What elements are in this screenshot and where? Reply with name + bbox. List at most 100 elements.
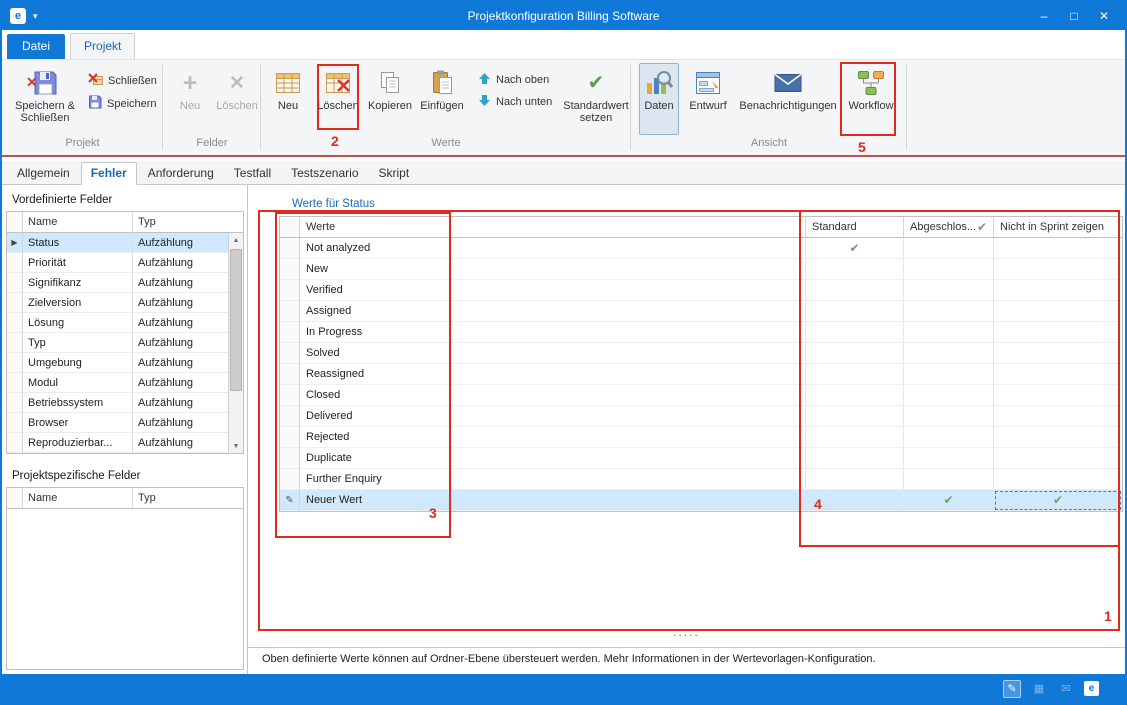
tab-testfall[interactable]: Testfall [225, 163, 280, 184]
value-row[interactable]: Delivered [280, 406, 1122, 427]
status-mail-icon[interactable]: ✉ [1057, 680, 1075, 698]
sprint-cell[interactable] [994, 259, 1122, 280]
sprint-cell-focused[interactable]: ✔ [994, 490, 1122, 511]
chevron-down-icon[interactable]: ▾ [33, 11, 38, 22]
save-and-close-button[interactable]: ✕ Speichern & Schließen [10, 63, 80, 135]
sprint-cell[interactable] [994, 322, 1122, 343]
value-row[interactable]: Not analyzed✔ [280, 238, 1122, 259]
status-edit-icon[interactable]: ✎ [1003, 680, 1021, 698]
abgeschlossen-cell[interactable] [904, 406, 994, 427]
tab-anforderung[interactable]: Anforderung [139, 163, 223, 184]
scrollbar[interactable]: ▲ ▼ [228, 233, 243, 453]
save-button[interactable]: Speichern [84, 94, 161, 113]
status-logo-icon[interactable]: e [1084, 681, 1099, 696]
standardwert-setzen-button[interactable]: ✔ Standardwert setzen [562, 63, 630, 135]
new-row-indicator[interactable]: ..... [248, 625, 1125, 647]
abgeschlossen-cell[interactable] [904, 364, 994, 385]
standard-cell[interactable] [806, 469, 904, 490]
field-row[interactable]: BetriebssystemAufzählung [7, 393, 228, 413]
standard-cell[interactable] [806, 385, 904, 406]
tab-datei[interactable]: Datei [7, 34, 65, 59]
sprint-cell[interactable] [994, 427, 1122, 448]
col-header-typ[interactable]: Typ [133, 488, 243, 509]
nach-oben-button[interactable]: Nach oben [474, 71, 560, 89]
value-row[interactable]: Solved [280, 343, 1122, 364]
standard-cell[interactable] [806, 490, 904, 511]
abgeschlossen-cell[interactable] [904, 238, 994, 259]
value-cell[interactable]: Closed [300, 385, 806, 406]
value-cell[interactable]: Reassigned [300, 364, 806, 385]
standard-cell[interactable] [806, 280, 904, 301]
field-row[interactable]: PrioritätAufzählung [7, 253, 228, 273]
value-row[interactable]: Verified [280, 280, 1122, 301]
daten-button[interactable]: Daten [639, 63, 679, 135]
tab-skript[interactable]: Skript [370, 163, 419, 184]
sprint-cell[interactable] [994, 280, 1122, 301]
value-cell[interactable]: Assigned [300, 301, 806, 322]
value-row-selected[interactable]: ✎Neuer Wert✔✔ [280, 490, 1122, 511]
value-cell[interactable]: Not analyzed [300, 238, 806, 259]
abgeschlossen-cell[interactable] [904, 301, 994, 322]
scroll-thumb[interactable] [230, 249, 242, 391]
abgeschlossen-cell[interactable] [904, 469, 994, 490]
abgeschlossen-cell[interactable] [904, 259, 994, 280]
tab-testszenario[interactable]: Testszenario [282, 163, 367, 184]
field-row[interactable]: ZielversionAufzählung [7, 293, 228, 313]
standard-cell[interactable] [806, 427, 904, 448]
value-cell[interactable]: In Progress [300, 322, 806, 343]
werte-neu-button[interactable]: Neu [267, 63, 309, 135]
value-cell[interactable]: Further Enquiry [300, 469, 806, 490]
col-header-typ[interactable]: Typ [133, 212, 243, 233]
col-header-werte[interactable]: Werte [300, 217, 806, 238]
einfuegen-button[interactable]: Einfügen [418, 63, 466, 135]
tab-allgemein[interactable]: Allgemein [8, 163, 79, 184]
value-row[interactable]: New [280, 259, 1122, 280]
field-row[interactable]: LösungAufzählung [7, 313, 228, 333]
col-header-name[interactable]: Name [23, 212, 133, 233]
value-row[interactable]: In Progress [280, 322, 1122, 343]
tab-projekt[interactable]: Projekt [70, 33, 135, 59]
field-row[interactable]: ▶StatusAufzählung [7, 233, 228, 253]
value-row[interactable]: Duplicate [280, 448, 1122, 469]
minimize-button[interactable]: – [1031, 9, 1057, 23]
value-row[interactable]: Reassigned [280, 364, 1122, 385]
status-grid-icon[interactable]: ▦ [1030, 680, 1048, 698]
field-row[interactable]: TypAufzählung [7, 333, 228, 353]
werte-loeschen-button[interactable]: Löschen [317, 63, 359, 135]
abgeschlossen-cell[interactable] [904, 427, 994, 448]
sprint-cell[interactable] [994, 406, 1122, 427]
standard-cell[interactable] [806, 322, 904, 343]
scroll-down-icon[interactable]: ▼ [229, 439, 243, 453]
abgeschlossen-cell[interactable] [904, 280, 994, 301]
abgeschlossen-cell[interactable] [904, 385, 994, 406]
col-header-abgeschlossen[interactable]: Abgeschlos...✔ [904, 217, 994, 238]
standard-cell[interactable] [806, 259, 904, 280]
sprint-cell[interactable] [994, 343, 1122, 364]
abgeschlossen-cell[interactable]: ✔ [904, 490, 994, 511]
value-cell[interactable]: Verified [300, 280, 806, 301]
standard-cell[interactable] [806, 364, 904, 385]
sprint-cell[interactable] [994, 364, 1122, 385]
standard-cell[interactable] [806, 343, 904, 364]
entwurf-button[interactable]: Entwurf [685, 63, 731, 135]
sprint-cell[interactable] [994, 469, 1122, 490]
close-button[interactable]: ✕ [1091, 9, 1117, 23]
value-cell[interactable]: Duplicate [300, 448, 806, 469]
maximize-button[interactable]: □ [1061, 9, 1087, 23]
standard-cell[interactable] [806, 406, 904, 427]
standard-cell[interactable] [806, 448, 904, 469]
abgeschlossen-cell[interactable] [904, 322, 994, 343]
benachrichtigungen-button[interactable]: Benachrichtigungen [737, 63, 839, 135]
close-button-ribbon[interactable]: Schließen [84, 71, 161, 90]
value-cell[interactable]: Delivered [300, 406, 806, 427]
field-row[interactable]: BrowserAufzählung [7, 413, 228, 433]
value-cell[interactable]: Solved [300, 343, 806, 364]
value-cell[interactable]: New [300, 259, 806, 280]
nach-unten-button[interactable]: Nach unten [474, 93, 560, 111]
col-header-standard[interactable]: Standard [806, 217, 904, 238]
value-row[interactable]: Assigned [280, 301, 1122, 322]
value-row[interactable]: Further Enquiry [280, 469, 1122, 490]
standard-cell[interactable] [806, 301, 904, 322]
standard-cell[interactable]: ✔ [806, 238, 904, 259]
value-cell[interactable]: Rejected [300, 427, 806, 448]
